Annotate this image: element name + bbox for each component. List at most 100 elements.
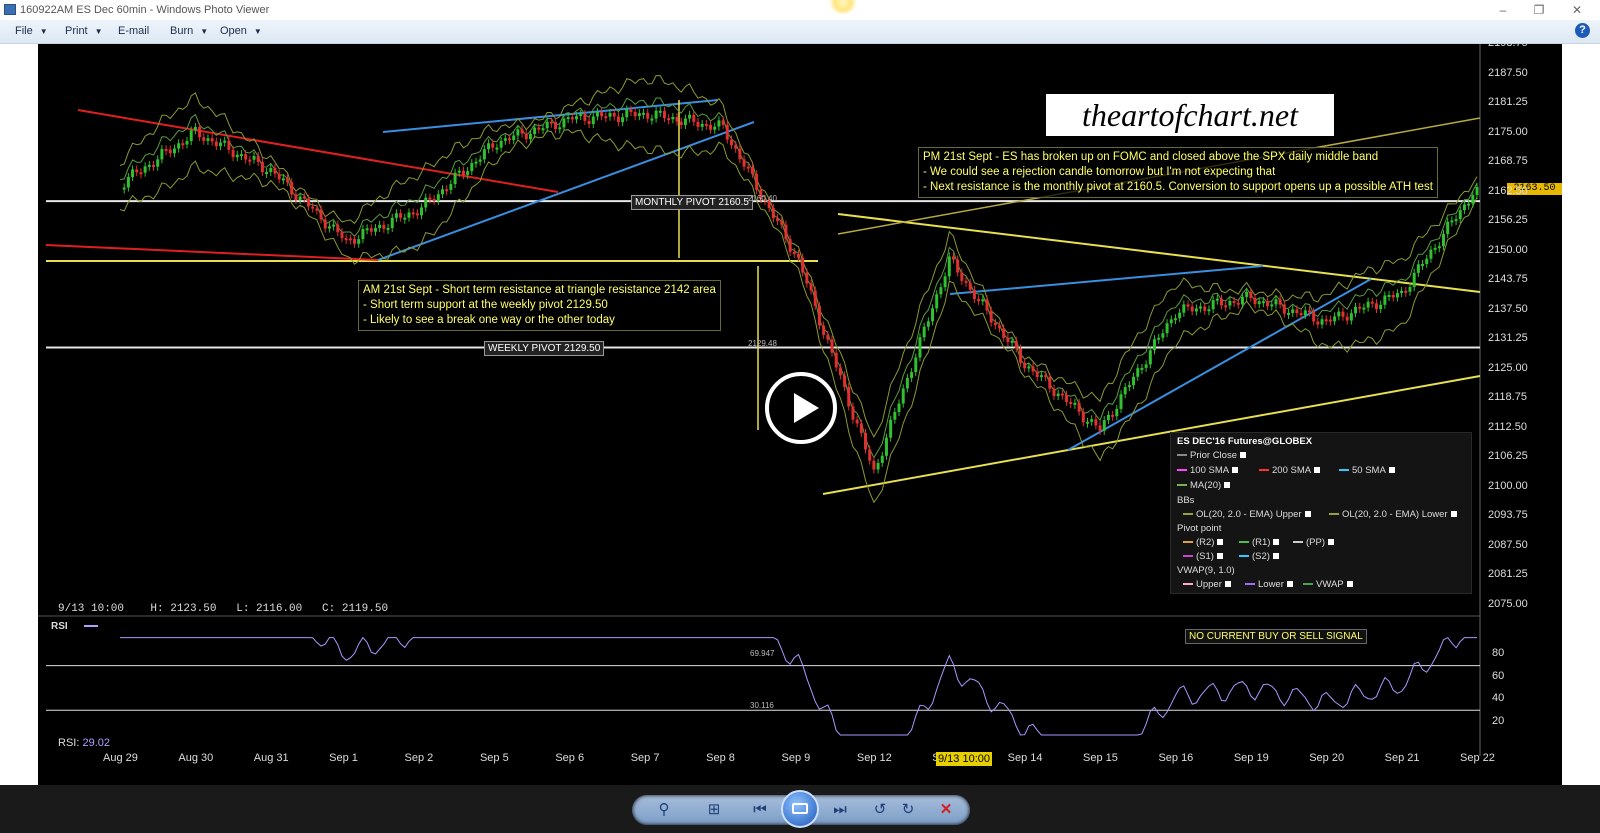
candle-body xyxy=(876,462,880,470)
legend-row: (PP) xyxy=(1293,537,1334,548)
candle-body xyxy=(495,147,499,150)
candle-body xyxy=(591,116,595,125)
previous-button[interactable]: ⏮ xyxy=(748,798,772,822)
candle-body xyxy=(914,357,918,373)
candle-body xyxy=(210,138,214,142)
chart-image: 2163.50 theartofchart.net PM 21st Sept -… xyxy=(38,44,1562,785)
candle-body xyxy=(729,139,733,146)
candle-body xyxy=(859,423,863,433)
legend-row: (R1) xyxy=(1239,537,1280,548)
candle-body xyxy=(817,305,821,326)
candle-body xyxy=(131,169,135,178)
price-tick-label: 2156.25 xyxy=(1488,214,1528,227)
candle-body xyxy=(625,109,629,118)
rotate-clockwise-icon[interactable]: ↻ xyxy=(896,798,920,822)
checkbox-icon[interactable] xyxy=(1224,482,1231,489)
candle-body xyxy=(742,159,746,167)
checkbox-icon[interactable] xyxy=(1304,511,1311,518)
candle-body xyxy=(1023,362,1027,369)
candle-body xyxy=(1157,337,1161,340)
legend-label: OL(20, 2.0 - EMA) Lower xyxy=(1342,509,1448,520)
candle-body xyxy=(470,163,474,172)
candle-body xyxy=(1287,312,1291,315)
candle-body xyxy=(834,352,838,368)
candle-body xyxy=(1257,301,1261,305)
maximize-button[interactable]: ❐ xyxy=(1524,2,1554,18)
candle-body xyxy=(679,121,683,126)
rotate-counterclockwise-icon[interactable]: ↺ xyxy=(868,798,892,822)
legend-row: Prior Close xyxy=(1177,450,1246,461)
zoom-icon[interactable]: ⚲ xyxy=(652,798,676,822)
candle-body xyxy=(1031,366,1035,372)
candle-body xyxy=(1119,394,1123,409)
legend-row: Upper xyxy=(1183,579,1231,590)
actual-size-icon[interactable]: ⊞ xyxy=(702,798,726,822)
candle-body xyxy=(298,196,302,201)
play-icon xyxy=(794,393,819,423)
candle-body xyxy=(738,148,742,160)
checkbox-icon[interactable] xyxy=(1216,553,1223,560)
checkbox-icon[interactable] xyxy=(1388,467,1395,474)
candle-body xyxy=(1358,306,1362,309)
candle-body xyxy=(993,322,997,326)
menu-file[interactable]: File ▼ xyxy=(15,25,48,37)
checkbox-icon[interactable] xyxy=(1217,539,1224,546)
image-viewer: 2163.50 theartofchart.net PM 21st Sept -… xyxy=(0,44,1600,785)
checkbox-icon[interactable] xyxy=(1272,553,1279,560)
candle-body xyxy=(905,377,909,389)
candle-body xyxy=(1215,298,1219,301)
checkbox-icon[interactable] xyxy=(1450,511,1457,518)
candle-body xyxy=(721,120,725,125)
checkbox-icon[interactable] xyxy=(1314,467,1321,474)
candle-body xyxy=(189,130,193,142)
legend-label: 50 SMA xyxy=(1352,465,1386,476)
help-icon[interactable]: ? xyxy=(1575,23,1590,38)
menu-print[interactable]: Print ▼ xyxy=(65,25,103,37)
candle-body xyxy=(353,238,357,244)
checkbox-icon[interactable] xyxy=(1224,581,1231,588)
candle-body xyxy=(302,196,306,199)
menu-burn[interactable]: Burn ▼ xyxy=(170,25,208,37)
candle-body xyxy=(956,259,960,273)
play-button[interactable] xyxy=(765,372,837,444)
candle-body xyxy=(1333,316,1337,322)
am-note-line: AM 21st Sept - Short term resistance at … xyxy=(363,284,716,296)
price-tick-label: 2162.50 xyxy=(1488,184,1528,197)
candle-body xyxy=(185,141,189,145)
legend-swatch xyxy=(1245,583,1255,586)
slideshow-button[interactable] xyxy=(781,790,819,828)
menu-email[interactable]: E-mail xyxy=(118,25,149,37)
checkbox-icon[interactable] xyxy=(1346,581,1353,588)
checkbox-icon[interactable] xyxy=(1328,539,1334,546)
legend-row: 50 SMA xyxy=(1339,465,1395,476)
rsi-value-label: RSI: xyxy=(58,737,80,749)
candle-body xyxy=(436,194,440,201)
candle-body xyxy=(248,159,252,162)
candle-body xyxy=(843,375,847,387)
window-title: 160922AM ES Dec 60min - Windows Photo Vi… xyxy=(20,4,270,16)
candle-body xyxy=(1203,306,1207,311)
minimize-button[interactable]: – xyxy=(1488,2,1518,18)
menu-open[interactable]: Open ▼ xyxy=(220,25,262,37)
candle-body xyxy=(290,182,294,195)
candle-body xyxy=(1006,337,1010,343)
next-button[interactable]: ⏭ xyxy=(828,798,852,822)
legend-title: ES DEC'16 Futures@GLOBEX xyxy=(1177,436,1313,447)
candle-body xyxy=(709,124,713,130)
delete-icon[interactable]: ✕ xyxy=(934,798,958,822)
candle-body xyxy=(503,138,507,141)
checkbox-icon[interactable] xyxy=(1273,539,1280,546)
candle-body xyxy=(864,432,868,450)
candle-body xyxy=(1387,294,1391,297)
candle-body xyxy=(537,127,541,130)
checkbox-icon[interactable] xyxy=(1286,581,1293,588)
candle-body xyxy=(541,128,545,131)
candle-body xyxy=(658,110,662,113)
candle-body xyxy=(1182,304,1186,313)
close-button[interactable]: ✕ xyxy=(1562,2,1592,18)
candle-body xyxy=(792,251,796,255)
checkbox-icon[interactable] xyxy=(1240,452,1246,459)
legend-label: (R2) xyxy=(1196,537,1215,548)
checkbox-icon[interactable] xyxy=(1232,467,1239,474)
candle-body xyxy=(219,142,223,147)
